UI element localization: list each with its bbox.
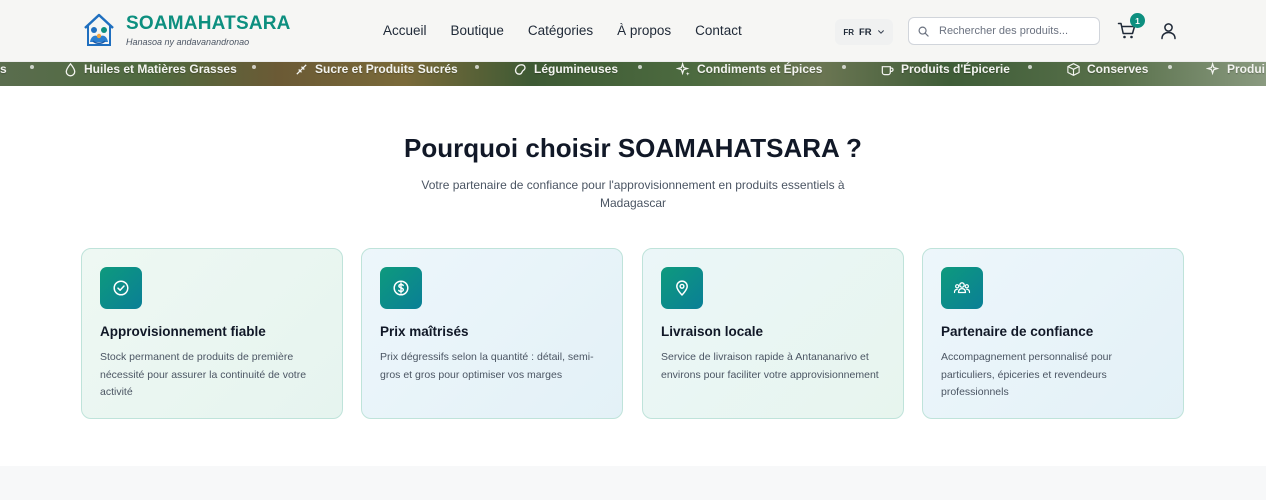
card-icon-badge	[100, 267, 142, 309]
category-item-sucre[interactable]: Sucre et Produits Sucrés	[294, 62, 458, 76]
category-item-conserves[interactable]: Conserves	[1066, 62, 1148, 76]
brand-name: SOAMAHATSARA	[126, 12, 291, 34]
feature-card-livraison: Livraison locale Service de livraison ra…	[642, 248, 904, 419]
search-input[interactable]	[939, 25, 1089, 37]
house-family-logo-icon	[84, 13, 114, 46]
separator-dot	[30, 65, 34, 69]
separator-dot	[252, 65, 256, 69]
card-description: Service de livraison rapide à Antananari…	[661, 351, 879, 381]
cart-count-badge: 1	[1130, 13, 1145, 28]
card-description: Stock permanent de produits de première …	[100, 351, 307, 398]
card-description: Accompagnement personnalisé pour particu…	[941, 351, 1113, 398]
language-code: FR	[859, 26, 872, 38]
separator-dot	[842, 65, 846, 69]
brand-logo-link[interactable]: SOAMAHATSARA Hanasoa ny andavanandronao	[82, 11, 291, 49]
card-title: Prix maîtrisés	[380, 324, 469, 339]
user-account-icon[interactable]	[1160, 22, 1177, 40]
category-ticker: s Huiles et Matières Grasses Sucre et Pr…	[0, 62, 1266, 86]
section-subtitle: Votre partenaire de confiance pour l'app…	[421, 178, 845, 210]
users-icon	[953, 282, 971, 294]
feature-card-approvisionnement: Approvisionnement fiable Stock permanent…	[81, 248, 343, 419]
card-icon-badge	[941, 267, 983, 309]
card-icon-badge	[661, 267, 703, 309]
card-title: Approvisionnement fiable	[100, 324, 266, 339]
nav-boutique[interactable]: Boutique	[451, 22, 504, 40]
site-header: SOAMAHATSARA Hanasoa ny andavanandronao …	[0, 0, 1266, 62]
drop-icon	[65, 62, 76, 76]
main-nav: Accueil Boutique Catégories À propos Con…	[383, 22, 742, 40]
chevron-down-icon	[877, 30, 884, 34]
separator-dot	[475, 65, 479, 69]
category-item-produits[interactable]: Produi	[1206, 62, 1265, 76]
check-circle-icon	[113, 280, 129, 296]
separator-dot	[1028, 65, 1032, 69]
category-item-condiments[interactable]: Condiments et Épices	[676, 62, 822, 76]
next-section-background	[0, 466, 1266, 500]
bean-icon	[514, 63, 526, 75]
candy-icon	[296, 63, 307, 75]
box-icon	[1067, 62, 1080, 76]
separator-dot	[1168, 65, 1172, 69]
category-item-epicerie[interactable]: Produits d'Épicerie	[880, 62, 1010, 76]
feature-card-prix: Prix maîtrisés Prix dégressifs selon la …	[361, 248, 623, 419]
category-item-huiles[interactable]: Huiles et Matières Grasses	[63, 62, 237, 76]
category-item-legumineuses[interactable]: Légumineuses	[513, 62, 618, 76]
search-box[interactable]	[908, 17, 1100, 45]
language-selector[interactable]: FR FR	[835, 19, 893, 45]
sparkles-icon	[1206, 62, 1220, 75]
language-flag: FR	[843, 27, 854, 37]
card-description: Prix dégressifs selon la quantité : déta…	[380, 351, 594, 381]
nav-accueil[interactable]: Accueil	[383, 22, 427, 40]
nav-contact[interactable]: Contact	[695, 22, 742, 40]
card-title: Partenaire de confiance	[941, 324, 1094, 339]
map-pin-icon	[676, 280, 688, 296]
dollar-circle-icon	[393, 280, 409, 296]
separator-dot	[638, 65, 642, 69]
card-title: Livraison locale	[661, 324, 764, 339]
category-item[interactable]: s	[0, 62, 7, 76]
card-icon-badge	[380, 267, 422, 309]
sparkles-icon	[676, 62, 690, 76]
nav-categories[interactable]: Catégories	[528, 22, 593, 40]
brand-tagline: Hanasoa ny andavanandronao	[126, 36, 250, 47]
feature-card-partenaire: Partenaire de confiance Accompagnement p…	[922, 248, 1184, 419]
section-title: Pourquoi choisir SOAMAHATSARA ?	[404, 133, 862, 163]
nav-a-propos[interactable]: À propos	[617, 22, 671, 40]
search-icon	[918, 26, 929, 37]
cup-icon	[881, 65, 894, 75]
